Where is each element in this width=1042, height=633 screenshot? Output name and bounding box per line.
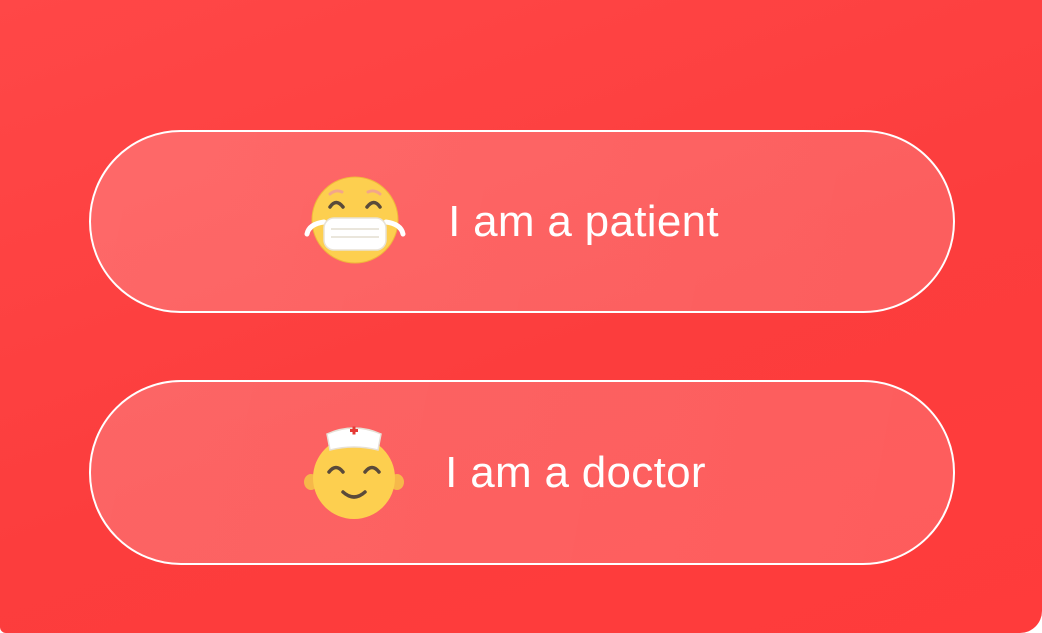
patient-role-label: I am a patient [448,196,719,246]
role-selection-panel: I am a patient I am a doctor [0,0,1042,633]
doctor-role-button[interactable]: I am a doctor [89,380,955,565]
face-with-medical-mask-icon [304,176,406,263]
doctor-role-label: I am a doctor [445,447,706,497]
health-worker-face-icon [304,426,405,519]
patient-role-button[interactable]: I am a patient [89,130,955,313]
